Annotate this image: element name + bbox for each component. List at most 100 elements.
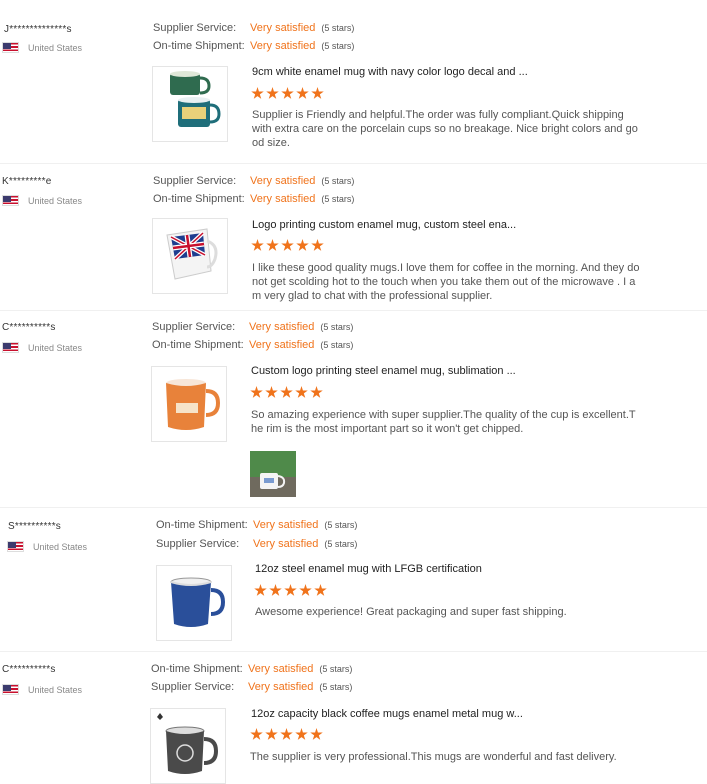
star-rating [250,386,323,399]
rating-count: (5 stars) [324,520,358,530]
product-title[interactable]: Logo printing custom enamel mug, custom … [252,219,516,231]
buyer-country: United States [2,342,82,353]
star-icon [295,728,308,740]
us-flag-icon [7,541,24,552]
rating-value: Very satisfied [253,538,319,550]
rating-label: On-time Shipment: [153,40,245,52]
review-comment: I like these good quality mugs.I love th… [252,261,639,303]
buyer-country: United States [2,684,82,695]
rating-value: Very satisfied [250,175,316,187]
rating-row-2: Supplier Service: Very satisfied (5 stars) [151,681,352,693]
rating-label: On-time Shipment: [151,663,243,675]
star-rating [250,728,323,741]
buyer-country: United States [2,42,82,53]
rating-value: Very satisfied [249,339,315,351]
review-comment: Supplier is Friendly and helpful.The ord… [252,108,638,150]
rating-value: Very satisfied [249,321,315,333]
review-comment: So amazing experience with super supplie… [251,408,636,436]
star-icon [299,584,312,596]
star-icon [250,728,263,740]
rating-label: Supplier Service: [152,321,236,333]
buyer-name: C**********s [2,322,56,333]
comment-line: not get scolding hot to the touch when y… [252,276,636,288]
review-photo[interactable] [250,451,296,497]
rating-label: Supplier Service: [156,538,240,550]
rating-count: (5 stars) [321,194,355,204]
rating-count: (5 stars) [319,682,353,692]
country-name: United States [28,195,83,206]
product-thumbnail[interactable] [151,366,227,442]
product-thumbnail[interactable] [152,218,228,294]
rating-label: On-time Shipment: [153,193,245,205]
rating-count: (5 stars) [324,539,358,549]
star-icon [281,87,294,99]
us-flag-icon [2,195,19,206]
rating-count: (5 stars) [321,23,355,33]
buyer-name: C**********s [2,664,56,675]
rating-label: Supplier Service: [151,681,235,693]
divider [0,310,707,311]
product-thumbnail[interactable] [156,565,232,641]
buyer-name: J**************s [4,24,72,35]
comment-line: The supplier is very professional.This m… [250,751,617,763]
product-thumbnail[interactable] [150,708,226,784]
review-comment: The supplier is very professional.This m… [250,750,617,764]
rating-count: (5 stars) [320,322,354,332]
divider [0,163,707,164]
star-rating [251,87,324,100]
product-title[interactable]: Custom logo printing steel enamel mug, s… [251,365,516,377]
comment-line: m very glad to chat with the professiona… [252,290,493,302]
product-title[interactable]: 9cm white enamel mug with navy color log… [252,66,528,78]
star-icon [296,87,309,99]
star-icon [281,239,294,251]
rating-value: Very satisfied [250,193,316,205]
buyer-name: S**********s [8,521,61,532]
rating-label: Supplier Service: [153,175,237,187]
rating-count: (5 stars) [321,41,355,51]
rating-row-1: On-time Shipment: Very satisfied (5 stars) [156,519,357,531]
rating-row-2: Supplier Service: Very satisfied (5 stars) [156,538,357,550]
comment-line: Awesome experience! Great packaging and … [255,606,567,618]
rating-row-1: Supplier Service: Very satisfied (5 stars) [153,22,354,34]
buyer-country: United States [7,541,87,552]
star-icon [280,386,293,398]
divider [0,651,707,652]
rating-row-1: On-time Shipment: Very satisfied (5 stars) [151,663,352,675]
star-icon [251,239,264,251]
divider [0,507,707,508]
star-icon [265,728,278,740]
country-name: United States [28,342,83,353]
rating-label: On-time Shipment: [156,519,248,531]
rating-label: On-time Shipment: [152,339,244,351]
country-name: United States [28,42,83,53]
rating-label: Supplier Service: [153,22,237,34]
us-flag-icon [2,342,19,353]
buyer-name: K*********e [2,176,52,187]
star-icon [254,584,267,596]
rating-row-2: On-time Shipment: Very satisfied (5 stars) [152,339,353,351]
rating-row-1: Supplier Service: Very satisfied (5 stars) [152,321,353,333]
star-icon [295,386,308,398]
rating-count: (5 stars) [319,664,353,674]
product-title[interactable]: 12oz capacity black coffee mugs enamel m… [251,708,523,720]
rating-row-2: On-time Shipment: Very satisfied (5 stars) [153,40,354,52]
rating-value: Very satisfied [248,681,314,693]
product-title[interactable]: 12oz steel enamel mug with LFGB certific… [255,563,482,575]
rating-value: Very satisfied [248,663,314,675]
comment-line: I like these good quality mugs.I love th… [252,262,640,274]
country-name: United States [28,684,83,695]
star-icon [310,728,323,740]
star-icon [314,584,327,596]
comment-line: he rim is the most important part so it … [251,423,524,435]
comment-line: So amazing experience with super supplie… [251,409,636,421]
comment-line: with extra care on the porcelain cups so… [252,123,638,135]
comment-line: od size. [252,137,290,149]
product-thumbnail[interactable] [152,66,228,142]
rating-value: Very satisfied [253,519,319,531]
star-icon [265,386,278,398]
comment-line: Supplier is Friendly and helpful.The ord… [252,109,624,121]
star-icon [250,386,263,398]
buyer-country: United States [2,195,82,206]
rating-value: Very satisfied [250,22,316,34]
star-icon [280,728,293,740]
